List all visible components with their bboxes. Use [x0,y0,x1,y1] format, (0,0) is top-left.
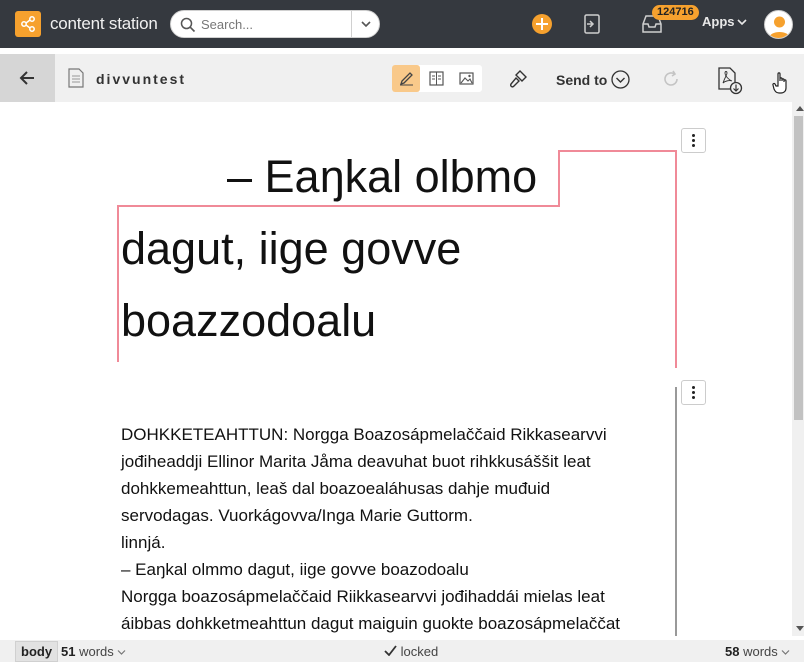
document-icon [68,68,84,88]
hand-pointer-icon [772,72,787,94]
body-line: linnjá. [121,533,166,552]
chevron-down-icon [781,650,790,655]
search-divider [351,11,352,37]
headline-frame-right [675,150,677,368]
scroll-up-arrow[interactable] [796,106,804,111]
body-line: DOHKKETEAHTTUN: Norgga Boazosápmelaččaid… [121,425,607,444]
document-name: divvuntest [96,71,187,87]
total-word-count-unit: words [743,644,778,659]
check-icon [384,645,397,657]
body-line: – Eaŋkal olmmo dagut, iige govve boazodo… [121,560,469,579]
image-mode-button[interactable] [452,65,480,92]
preview-icon [429,71,444,86]
component-word-count-value: 51 [61,644,76,659]
chevron-down-icon [117,650,126,655]
app-root: content station 124716 Apps [0,0,804,662]
total-word-count[interactable]: 58 words [725,644,790,659]
inbox-count-badge: 124716 [652,5,699,20]
scrollbar-thumb[interactable] [794,116,803,420]
brush-icon[interactable] [508,69,528,89]
chevron-down-icon [736,19,747,26]
headline-line-1: – Eaŋkal olbmo [227,151,538,202]
headline-line-2: dagut, iige govve [121,223,462,274]
component-word-count[interactable]: 51 words [61,644,126,659]
body-line: áibbas dohkketmeahttun dagut maiguin guo… [121,614,621,633]
headline-line-3: boazzodoalu [121,295,377,346]
edit-mode-button[interactable] [392,65,420,92]
component-word-count-unit: words [79,644,114,659]
preview-mode-button[interactable] [422,65,450,92]
status-bar: body 51 words locked 58 words [0,640,804,662]
body-line: dohkkemeahttun, leaš dal boazoealáhusas … [121,479,551,498]
search-input[interactable] [201,16,349,33]
lock-status-label: locked [400,644,439,659]
pencil-icon [399,72,413,86]
chevron-down-icon[interactable] [360,19,372,29]
total-word-count-value: 58 [725,644,740,659]
image-icon [459,72,474,85]
top-bar: content station 124716 Apps [0,0,804,48]
send-to-button[interactable]: Send to [556,72,607,88]
chevron-down-icon[interactable] [611,70,630,89]
logo-icon[interactable] [15,11,41,37]
component-selector[interactable]: body [15,641,59,662]
body-frame-right [675,387,677,636]
headline-frame-left [117,205,119,362]
headline-options-button[interactable] [681,128,706,153]
search-icon [180,17,196,33]
apps-menu[interactable]: Apps [702,14,747,29]
view-mode-group [392,65,482,92]
scroll-down-arrow[interactable] [796,626,804,631]
create-new-button[interactable] [532,14,552,34]
apps-label: Apps [702,14,735,29]
arrow-left-icon [19,71,34,85]
document-toolbar: divvuntest Send to [0,54,804,102]
body-line: servodagas. Vuorkágovva/Inga Marie Gutto… [121,506,473,525]
body-line: jođiheaddji Ellinor Marita Jåma deavuhat… [121,452,591,471]
brand-name: content station [50,14,158,33]
lock-status: locked [384,644,438,659]
article-body[interactable]: DOHKKETEAHTTUN: Norgga Boazosápmelaččaid… [121,421,671,636]
body-options-button[interactable] [681,380,706,405]
search-box [170,10,380,38]
article-headline[interactable]: – Eaŋkal olbmo dagut, iige govve boazzod… [121,141,674,357]
article-canvas[interactable]: – Eaŋkal olbmo dagut, iige govve boazzod… [0,102,792,636]
user-avatar-icon[interactable] [764,10,793,39]
body-line: Norgga boazosápmelaččaid Riikkasearvvi j… [121,587,605,606]
exit-icon[interactable] [583,14,601,34]
refresh-icon[interactable] [662,70,680,88]
pdf-download-icon[interactable] [717,67,743,95]
back-button[interactable] [0,54,55,102]
